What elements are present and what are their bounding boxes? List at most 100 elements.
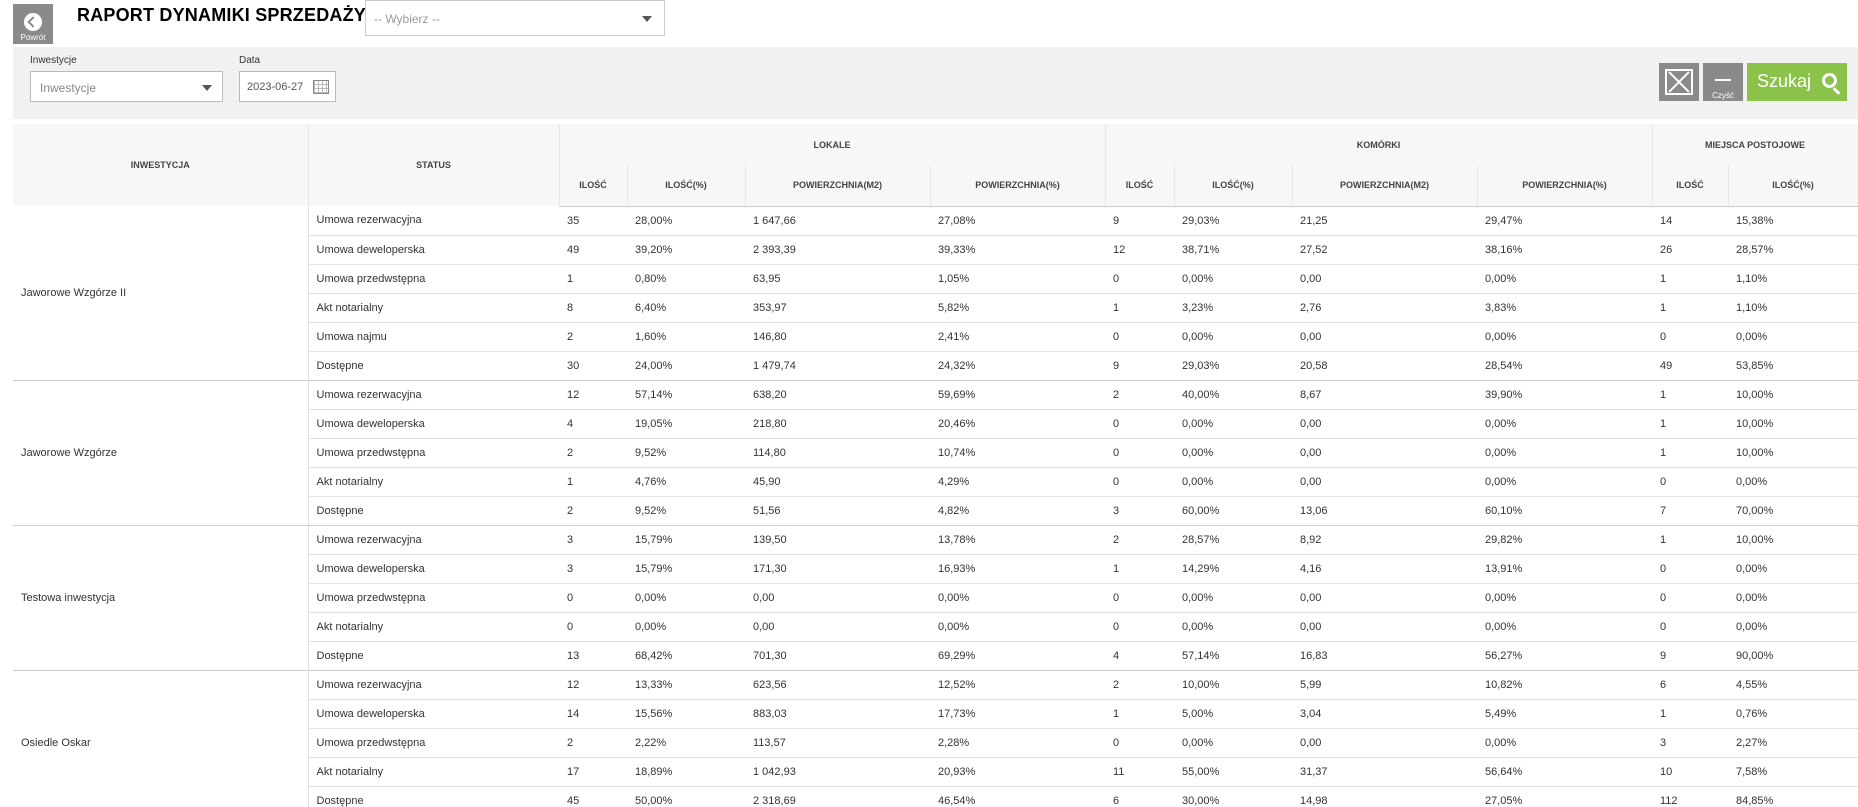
date-value: 2023-06-27 <box>247 81 304 93</box>
value-cell: 701,30 <box>745 641 930 671</box>
value-cell: 57,14% <box>1174 641 1292 671</box>
value-cell: 114,80 <box>745 438 930 468</box>
value-cell: 60,00% <box>1174 496 1292 526</box>
value-cell: 39,33% <box>930 235 1105 265</box>
table-row: Testowa inwestycja Umowa rezerwacyjna 3 15,… <box>13 525 1858 671</box>
value-cell: 0 <box>1105 467 1174 497</box>
status-cell: Umowa deweloperska <box>308 699 559 729</box>
value-cell: 28,00% <box>627 206 745 236</box>
status-cell: Dostępne <box>308 351 559 381</box>
value-cell: 15,56% <box>627 699 745 729</box>
report-select[interactable]: -- Wybierz -- <box>365 0 665 36</box>
calendar-icon[interactable] <box>313 80 329 94</box>
value-cell: 1 647,66 <box>745 206 930 236</box>
investment-select[interactable]: Inwestycje <box>30 71 223 102</box>
value-cell: 5,49% <box>1477 699 1652 729</box>
value-cell: 31,37 <box>1292 757 1477 787</box>
value-cell: 0 <box>1105 612 1174 642</box>
value-cell: 29,03% <box>1174 351 1292 381</box>
value-cell: 14 <box>1652 206 1728 236</box>
value-cell: 1,05% <box>930 264 1105 294</box>
value-cell: 10,00% <box>1728 409 1858 439</box>
header-column: POWIERZCHNIA(M2) <box>1292 165 1478 207</box>
value-cell: 1 042,93 <box>745 757 930 787</box>
value-cell: 1,10% <box>1728 264 1858 294</box>
value-cell: 1,60% <box>627 322 745 352</box>
value-cell: 39,90% <box>1477 380 1652 410</box>
status-cell: Umowa rezerwacyjna <box>308 525 559 555</box>
value-cell: 4,16 <box>1292 554 1477 584</box>
value-cell: 5,82% <box>930 293 1105 323</box>
value-cell: 63,95 <box>745 264 930 294</box>
value-cell: 56,27% <box>1477 641 1652 671</box>
value-cell: 8,92 <box>1292 525 1477 555</box>
value-cell: 1 <box>1652 438 1728 468</box>
header-column: ILOŚĆ <box>559 165 628 207</box>
sales-report-table: INWESTYCJA STATUS LOKALE KOMÓRKI MIEJSCA… <box>13 124 1858 807</box>
value-cell: 3 <box>559 525 627 555</box>
investment-cell: Jaworowe Wzgórze <box>13 380 309 526</box>
value-cell: 2 <box>1105 380 1174 410</box>
header-column: ILOŚĆ <box>1105 165 1175 207</box>
value-cell: 90,00% <box>1728 641 1858 671</box>
search-button-label: Szukaj <box>1757 71 1812 91</box>
value-cell: 1 <box>1105 554 1174 584</box>
status-cell: Dostępne <box>308 641 559 671</box>
value-cell: 10,74% <box>930 438 1105 468</box>
value-cell: 15,38% <box>1728 206 1858 236</box>
value-cell: 1 <box>1105 699 1174 729</box>
value-cell: 0,00% <box>1174 322 1292 352</box>
value-cell: 20,93% <box>930 757 1105 787</box>
value-cell: 2 <box>1105 525 1174 555</box>
value-cell: 27,52 <box>1292 235 1477 265</box>
value-cell: 8,67 <box>1292 380 1477 410</box>
value-cell: 0,80% <box>627 264 745 294</box>
clear-button[interactable]: Czyść <box>1703 63 1743 101</box>
header-group-miejsca: MIEJSCA POSTOJOWE <box>1652 124 1858 165</box>
header-group-lokale: LOKALE <box>559 124 1106 165</box>
back-button[interactable]: Powrót <box>13 4 53 44</box>
value-cell: 0,00% <box>1174 409 1292 439</box>
value-cell: 3 <box>1652 728 1728 758</box>
value-cell: 30,00% <box>1174 786 1292 807</box>
value-cell: 4,29% <box>930 467 1105 497</box>
date-field[interactable]: 2023-06-27 <box>239 71 336 102</box>
search-button[interactable]: Szukaj <box>1747 63 1847 101</box>
chevron-down-icon <box>642 16 652 22</box>
value-cell: 1 <box>559 467 627 497</box>
value-cell: 13,33% <box>627 670 745 700</box>
value-cell: 2 <box>559 496 627 526</box>
status-cell: Akt notarialny <box>308 757 559 787</box>
value-cell: 623,56 <box>745 670 930 700</box>
value-cell: 6,40% <box>627 293 745 323</box>
value-cell: 0,76% <box>1728 699 1858 729</box>
value-cell: 0,00 <box>745 583 930 613</box>
search-icon <box>1822 73 1837 88</box>
value-cell: 15,79% <box>627 554 745 584</box>
value-cell: 0 <box>1105 438 1174 468</box>
header-column: ILOŚĆ(%) <box>627 165 746 207</box>
value-cell: 4 <box>1105 641 1174 671</box>
value-cell: 2 393,39 <box>745 235 930 265</box>
value-cell: 2,28% <box>930 728 1105 758</box>
value-cell: 29,82% <box>1477 525 1652 555</box>
status-cell: Umowa przedwstępna <box>308 583 559 613</box>
table-row: Jaworowe Wzgórze Umowa rezerwacyjna 12 57,1… <box>13 380 1858 526</box>
status-cell: Akt notarialny <box>308 467 559 497</box>
clear-button-label: Czyść <box>1712 91 1734 100</box>
value-cell: 0,00% <box>1174 612 1292 642</box>
value-cell: 11 <box>1105 757 1174 787</box>
value-cell: 38,16% <box>1477 235 1652 265</box>
export-excel-button[interactable] <box>1659 63 1699 101</box>
value-cell: 49 <box>559 235 627 265</box>
value-cell: 55,00% <box>1174 757 1292 787</box>
value-cell: 2,76 <box>1292 293 1477 323</box>
status-cell: Umowa rezerwacyjna <box>308 380 559 410</box>
value-cell: 46,54% <box>930 786 1105 807</box>
investment-cell: Jaworowe Wzgórze II <box>13 206 309 381</box>
value-cell: 0,00% <box>1174 467 1292 497</box>
header-group-komorki: KOMÓRKI <box>1105 124 1653 165</box>
value-cell: 70,00% <box>1728 496 1858 526</box>
value-cell: 38,71% <box>1174 235 1292 265</box>
value-cell: 53,85% <box>1728 351 1858 381</box>
